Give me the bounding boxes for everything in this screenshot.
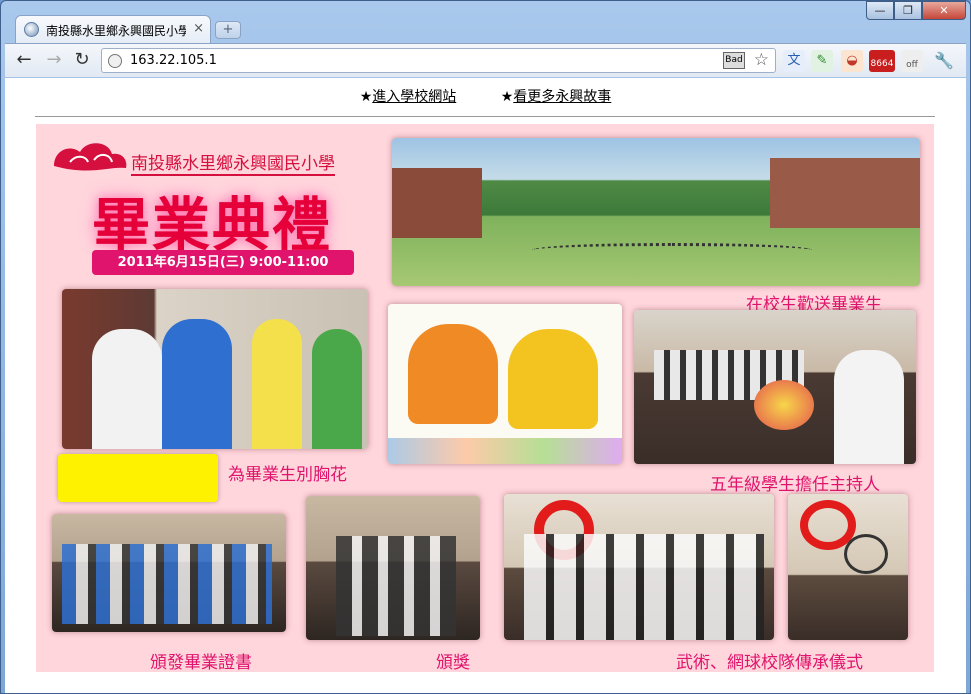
minimize-button[interactable]: —	[866, 1, 894, 20]
star-icon: ★	[359, 89, 373, 105]
off-extension-icon[interactable]: off	[901, 50, 923, 72]
host-figure	[834, 350, 904, 464]
event-date: 2011年6月15日(三) 9:00-11:00	[92, 250, 354, 275]
page-content: ★進入學校網站 ★看更多永興故事 南投縣水里鄉永興國民小學 畢業典禮 2011年…	[5, 78, 966, 693]
link-item-stories: ★看更多永興故事	[501, 89, 612, 105]
browser-toolbar: ← → ↻ 163.22.105.1 Bad ☆ 文 ✎ ◒ 8664 off …	[5, 43, 966, 77]
students-circle	[532, 243, 812, 257]
back-button[interactable]: ←	[13, 49, 35, 71]
link-item-school: ★進入學校網站	[360, 89, 457, 105]
mail-extension-icon[interactable]: 8664	[869, 50, 895, 72]
divider	[35, 116, 935, 117]
award-photo[interactable]	[306, 496, 480, 640]
page-icon	[108, 54, 122, 68]
tennis-racket	[844, 534, 888, 574]
student-figure	[162, 319, 232, 449]
url-text[interactable]: 163.22.105.1	[130, 53, 217, 68]
forward-button[interactable]: →	[43, 49, 65, 71]
hat-extension-icon[interactable]: ◒	[841, 50, 863, 72]
drawing-figure	[408, 324, 498, 424]
caption-corsage: 為畢業生別胸花	[228, 465, 347, 485]
drawing-figure	[508, 329, 598, 429]
clipboard-extension-icon[interactable]: ✎	[811, 50, 833, 72]
thanks-banner	[58, 454, 218, 502]
reload-button[interactable]: ↻	[71, 49, 93, 71]
award-group	[336, 536, 456, 636]
bookmark-star-icon[interactable]: ☆	[754, 50, 769, 70]
top-links: ★進入學校網站 ★看更多永興故事	[5, 86, 966, 106]
team-members	[524, 534, 764, 640]
corsage-photo[interactable]	[62, 289, 368, 449]
student-figure	[92, 329, 162, 449]
caption-award: 頒獎	[436, 653, 470, 673]
school-building	[392, 168, 482, 238]
window-controls: — ❐ ✕	[866, 1, 966, 21]
students-row	[62, 544, 272, 624]
tab-active[interactable]: 南投縣水里鄉永興國民小學 ×	[15, 15, 211, 43]
stories-link[interactable]: 看更多永興故事	[513, 89, 611, 105]
new-tab-button[interactable]: +	[215, 21, 241, 39]
caption-host: 五年級學生擔任主持人	[710, 475, 880, 495]
off-label: off	[906, 60, 918, 70]
student-figure	[252, 319, 302, 449]
school-site-link[interactable]: 進入學校網站	[372, 89, 456, 105]
school-building	[770, 158, 920, 228]
translate-icon[interactable]: 文	[783, 50, 805, 72]
martial-arts-photo[interactable]	[504, 494, 774, 640]
address-bar[interactable]: 163.22.105.1 Bad ☆	[101, 48, 776, 73]
tab-title: 南投縣水里鄉永興國民小學	[46, 24, 186, 38]
wrench-icon[interactable]: 🔧	[933, 50, 955, 72]
tennis-photo[interactable]	[788, 494, 908, 640]
tab-close-icon[interactable]: ×	[193, 21, 204, 36]
school-name: 南投縣水里鄉永興國民小學	[131, 149, 335, 176]
caption-martial: 武術、網球校隊傳承儀式	[676, 653, 863, 673]
title-bar: 南投縣水里鄉永興國民小學 × + — ❐ ✕	[1, 1, 970, 43]
drawing-border	[388, 438, 622, 464]
browser-window: 南投縣水里鄉永興國民小學 × + — ❐ ✕ ← → ↻ 163.22.105.…	[0, 0, 971, 694]
cloud-ornament-icon	[54, 143, 127, 171]
flower-arrangement	[754, 380, 814, 430]
host-photo[interactable]	[634, 310, 916, 464]
graduation-poster[interactable]: 南投縣水里鄉永興國民小學 畢業典禮 2011年6月15日(三) 9:00-11:…	[36, 124, 934, 673]
student-drawing[interactable]	[388, 304, 622, 464]
student-figure	[312, 329, 362, 449]
mail-count-badge: 8664	[870, 59, 894, 69]
globe-icon	[24, 22, 39, 37]
farewell-photo[interactable]	[392, 138, 920, 286]
bad-extension-icon[interactable]: Bad	[723, 52, 745, 69]
caption-certificate: 頒發畢業證書	[150, 653, 252, 673]
certificate-photo[interactable]	[52, 514, 286, 632]
close-window-button[interactable]: ✕	[922, 1, 966, 20]
star-icon: ★	[500, 89, 514, 105]
maximize-button[interactable]: ❐	[894, 1, 922, 20]
